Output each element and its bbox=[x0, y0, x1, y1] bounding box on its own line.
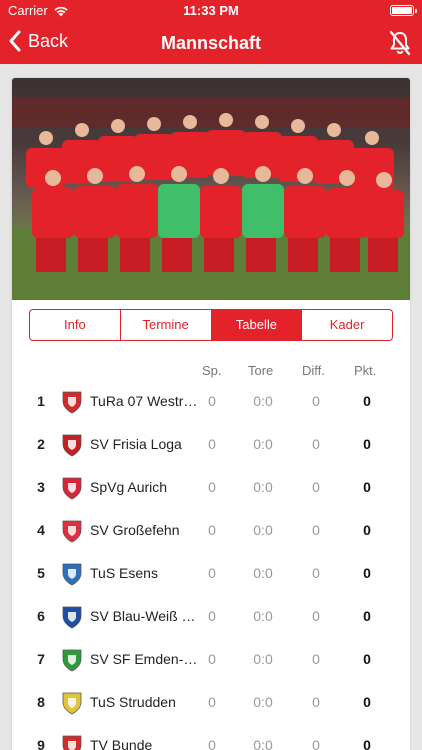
table-row[interactable]: 8 TuS Strudden 0 0:0 0 0 bbox=[12, 681, 410, 724]
header-diff: Diff. bbox=[302, 363, 325, 378]
page-title: Mannschaft bbox=[160, 33, 261, 53]
goal-difference: 0 bbox=[312, 565, 320, 581]
team-name: SpVg Aurich bbox=[90, 479, 168, 495]
points: 0 bbox=[363, 737, 371, 750]
team-photo bbox=[12, 78, 410, 300]
table-row[interactable]: 3 SpVg Aurich 0 0:0 0 0 bbox=[12, 466, 410, 509]
team-crest-icon bbox=[62, 563, 82, 586]
games-played: 0 bbox=[208, 436, 216, 452]
tab-kader[interactable]: Kader bbox=[302, 310, 392, 340]
app-header: Carrier 11:33 PM Back Mannschaft bbox=[0, 0, 422, 64]
goals: 0:0 bbox=[253, 479, 273, 495]
team-crest-icon bbox=[62, 391, 82, 414]
status-bar: Carrier 11:33 PM bbox=[0, 0, 422, 22]
goals: 0:0 bbox=[253, 522, 273, 538]
goal-difference: 0 bbox=[312, 694, 320, 710]
team-name: SV Blau-Weiß … bbox=[90, 608, 196, 624]
team-crest-icon bbox=[62, 735, 82, 750]
table-row[interactable]: 9 TV Bunde 0 0:0 0 0 bbox=[12, 724, 410, 750]
table-row[interactable]: 4 SV Großefehn 0 0:0 0 0 bbox=[12, 509, 410, 552]
goal-difference: 0 bbox=[312, 651, 320, 667]
games-played: 0 bbox=[208, 479, 216, 495]
rank: 6 bbox=[37, 608, 45, 624]
goal-difference: 0 bbox=[312, 393, 320, 409]
goals: 0:0 bbox=[253, 565, 273, 581]
games-played: 0 bbox=[208, 522, 216, 538]
team-crest-icon bbox=[62, 692, 82, 715]
header-goals: Tore bbox=[248, 363, 274, 378]
tab-tabelle[interactable]: Tabelle bbox=[211, 310, 303, 340]
clock: 11:33 PM bbox=[183, 3, 239, 18]
tab-termine[interactable]: Termine bbox=[121, 310, 212, 340]
goal-difference: 0 bbox=[312, 737, 320, 750]
header-games: Sp. bbox=[202, 363, 222, 378]
tab-info[interactable]: Info bbox=[30, 310, 121, 340]
points: 0 bbox=[363, 479, 371, 495]
goal-difference: 0 bbox=[312, 436, 320, 452]
table-row[interactable]: 1 TuRa 07 Westr… 0 0:0 0 0 bbox=[12, 380, 410, 423]
rank: 4 bbox=[37, 522, 45, 538]
rank: 3 bbox=[37, 479, 45, 495]
team-crest-icon bbox=[62, 477, 82, 500]
team-card: Info Termine Tabelle Kader Sp. Tore Diff… bbox=[12, 78, 410, 750]
team-name: TV Bunde bbox=[90, 737, 153, 750]
team-name: SV SF Emden-… bbox=[90, 651, 198, 667]
bell-slash-icon[interactable] bbox=[388, 30, 412, 56]
points: 0 bbox=[363, 608, 371, 624]
games-played: 0 bbox=[208, 393, 216, 409]
points: 0 bbox=[363, 522, 371, 538]
points: 0 bbox=[363, 651, 371, 667]
points: 0 bbox=[363, 565, 371, 581]
table-row[interactable]: 6 SV Blau-Weiß … 0 0:0 0 0 bbox=[12, 595, 410, 638]
games-played: 0 bbox=[208, 694, 216, 710]
games-played: 0 bbox=[208, 651, 216, 667]
games-played: 0 bbox=[208, 608, 216, 624]
games-played: 0 bbox=[208, 565, 216, 581]
points: 0 bbox=[363, 694, 371, 710]
team-crest-icon bbox=[62, 434, 82, 457]
games-played: 0 bbox=[208, 737, 216, 750]
goals: 0:0 bbox=[253, 651, 273, 667]
points: 0 bbox=[363, 436, 371, 452]
rank: 5 bbox=[37, 565, 45, 581]
team-crest-icon bbox=[62, 649, 82, 672]
goals: 0:0 bbox=[253, 608, 273, 624]
goals: 0:0 bbox=[253, 436, 273, 452]
team-crest-icon bbox=[62, 606, 82, 629]
points: 0 bbox=[363, 393, 371, 409]
goals: 0:0 bbox=[253, 694, 273, 710]
goal-difference: 0 bbox=[312, 479, 320, 495]
goals: 0:0 bbox=[253, 737, 273, 750]
table-header: Sp. Tore Diff. Pkt. bbox=[12, 360, 410, 380]
team-name: SV Frisia Loga bbox=[90, 436, 182, 452]
goal-difference: 0 bbox=[312, 608, 320, 624]
goals: 0:0 bbox=[253, 393, 273, 409]
rank: 2 bbox=[37, 436, 45, 452]
navigation-bar: Back Mannschaft bbox=[0, 22, 422, 64]
team-photo-illustration bbox=[12, 98, 410, 300]
rank: 1 bbox=[37, 393, 45, 409]
rank: 8 bbox=[37, 694, 45, 710]
goal-difference: 0 bbox=[312, 522, 320, 538]
table-row[interactable]: 7 SV SF Emden-… 0 0:0 0 0 bbox=[12, 638, 410, 681]
team-name: TuRa 07 Westr… bbox=[90, 393, 198, 409]
rank: 9 bbox=[37, 737, 45, 750]
battery-icon bbox=[390, 5, 417, 16]
table-row[interactable]: 5 TuS Esens 0 0:0 0 0 bbox=[12, 552, 410, 595]
team-name: TuS Strudden bbox=[90, 694, 176, 710]
team-name: TuS Esens bbox=[90, 565, 158, 581]
team-name: SV Großefehn bbox=[90, 522, 180, 538]
table-row[interactable]: 2 SV Frisia Loga 0 0:0 0 0 bbox=[12, 423, 410, 466]
rank: 7 bbox=[37, 651, 45, 667]
header-points: Pkt. bbox=[354, 363, 377, 378]
team-crest-icon bbox=[62, 520, 82, 543]
segmented-tabs: Info Termine Tabelle Kader bbox=[29, 309, 393, 341]
